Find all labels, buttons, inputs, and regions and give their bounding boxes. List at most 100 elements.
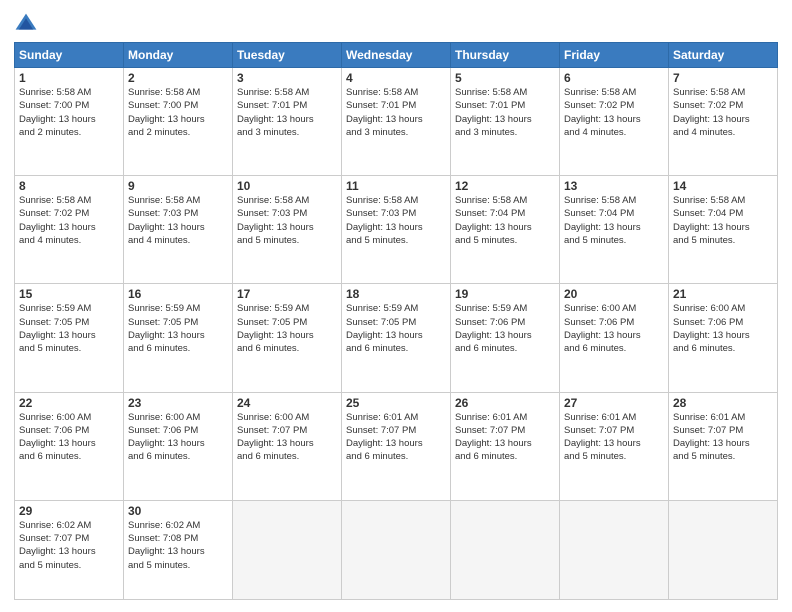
day-number: 10 xyxy=(237,179,337,193)
day-detail: Sunrise: 5:58 AM Sunset: 7:03 PM Dayligh… xyxy=(346,194,446,247)
header xyxy=(14,12,778,36)
calendar-table: SundayMondayTuesdayWednesdayThursdayFrid… xyxy=(14,42,778,600)
day-number: 21 xyxy=(673,287,773,301)
day-detail: Sunrise: 6:02 AM Sunset: 7:07 PM Dayligh… xyxy=(19,519,119,572)
day-detail: Sunrise: 6:00 AM Sunset: 7:06 PM Dayligh… xyxy=(19,411,119,464)
week-row-3: 15Sunrise: 5:59 AM Sunset: 7:05 PM Dayli… xyxy=(15,284,778,392)
day-detail: Sunrise: 6:02 AM Sunset: 7:08 PM Dayligh… xyxy=(128,519,228,572)
day-cell: 18Sunrise: 5:59 AM Sunset: 7:05 PM Dayli… xyxy=(342,284,451,392)
day-number: 7 xyxy=(673,71,773,85)
day-detail: Sunrise: 5:58 AM Sunset: 7:02 PM Dayligh… xyxy=(19,194,119,247)
day-cell: 1Sunrise: 5:58 AM Sunset: 7:00 PM Daylig… xyxy=(15,68,124,176)
day-cell: 8Sunrise: 5:58 AM Sunset: 7:02 PM Daylig… xyxy=(15,176,124,284)
day-cell: 27Sunrise: 6:01 AM Sunset: 7:07 PM Dayli… xyxy=(560,392,669,500)
page: SundayMondayTuesdayWednesdayThursdayFrid… xyxy=(0,0,792,612)
day-detail: Sunrise: 6:00 AM Sunset: 7:06 PM Dayligh… xyxy=(128,411,228,464)
day-cell xyxy=(560,500,669,599)
col-header-monday: Monday xyxy=(124,43,233,68)
day-number: 22 xyxy=(19,396,119,410)
day-cell: 17Sunrise: 5:59 AM Sunset: 7:05 PM Dayli… xyxy=(233,284,342,392)
day-number: 26 xyxy=(455,396,555,410)
day-detail: Sunrise: 5:59 AM Sunset: 7:05 PM Dayligh… xyxy=(346,302,446,355)
day-cell: 11Sunrise: 5:58 AM Sunset: 7:03 PM Dayli… xyxy=(342,176,451,284)
day-detail: Sunrise: 5:58 AM Sunset: 7:01 PM Dayligh… xyxy=(455,86,555,139)
day-cell: 2Sunrise: 5:58 AM Sunset: 7:00 PM Daylig… xyxy=(124,68,233,176)
day-number: 20 xyxy=(564,287,664,301)
day-detail: Sunrise: 5:58 AM Sunset: 7:01 PM Dayligh… xyxy=(346,86,446,139)
week-row-5: 29Sunrise: 6:02 AM Sunset: 7:07 PM Dayli… xyxy=(15,500,778,599)
day-number: 27 xyxy=(564,396,664,410)
day-detail: Sunrise: 5:58 AM Sunset: 7:00 PM Dayligh… xyxy=(128,86,228,139)
day-detail: Sunrise: 5:59 AM Sunset: 7:05 PM Dayligh… xyxy=(237,302,337,355)
day-number: 15 xyxy=(19,287,119,301)
day-detail: Sunrise: 5:58 AM Sunset: 7:02 PM Dayligh… xyxy=(673,86,773,139)
day-number: 25 xyxy=(346,396,446,410)
day-cell: 21Sunrise: 6:00 AM Sunset: 7:06 PM Dayli… xyxy=(669,284,778,392)
day-cell: 24Sunrise: 6:00 AM Sunset: 7:07 PM Dayli… xyxy=(233,392,342,500)
day-cell: 20Sunrise: 6:00 AM Sunset: 7:06 PM Dayli… xyxy=(560,284,669,392)
day-detail: Sunrise: 5:58 AM Sunset: 7:03 PM Dayligh… xyxy=(237,194,337,247)
col-header-wednesday: Wednesday xyxy=(342,43,451,68)
col-header-sunday: Sunday xyxy=(15,43,124,68)
day-detail: Sunrise: 5:58 AM Sunset: 7:04 PM Dayligh… xyxy=(673,194,773,247)
day-number: 4 xyxy=(346,71,446,85)
day-detail: Sunrise: 5:59 AM Sunset: 7:05 PM Dayligh… xyxy=(19,302,119,355)
day-number: 1 xyxy=(19,71,119,85)
day-cell: 19Sunrise: 5:59 AM Sunset: 7:06 PM Dayli… xyxy=(451,284,560,392)
day-number: 5 xyxy=(455,71,555,85)
day-cell: 9Sunrise: 5:58 AM Sunset: 7:03 PM Daylig… xyxy=(124,176,233,284)
day-cell: 7Sunrise: 5:58 AM Sunset: 7:02 PM Daylig… xyxy=(669,68,778,176)
day-detail: Sunrise: 6:00 AM Sunset: 7:06 PM Dayligh… xyxy=(673,302,773,355)
logo-icon xyxy=(14,12,38,36)
col-header-friday: Friday xyxy=(560,43,669,68)
day-number: 29 xyxy=(19,504,119,518)
day-number: 23 xyxy=(128,396,228,410)
day-cell xyxy=(342,500,451,599)
day-detail: Sunrise: 6:01 AM Sunset: 7:07 PM Dayligh… xyxy=(564,411,664,464)
day-cell: 28Sunrise: 6:01 AM Sunset: 7:07 PM Dayli… xyxy=(669,392,778,500)
day-cell: 4Sunrise: 5:58 AM Sunset: 7:01 PM Daylig… xyxy=(342,68,451,176)
col-header-thursday: Thursday xyxy=(451,43,560,68)
day-cell: 14Sunrise: 5:58 AM Sunset: 7:04 PM Dayli… xyxy=(669,176,778,284)
logo xyxy=(14,12,42,36)
day-cell xyxy=(233,500,342,599)
week-row-1: 1Sunrise: 5:58 AM Sunset: 7:00 PM Daylig… xyxy=(15,68,778,176)
day-number: 24 xyxy=(237,396,337,410)
day-cell xyxy=(451,500,560,599)
col-header-tuesday: Tuesday xyxy=(233,43,342,68)
day-detail: Sunrise: 5:58 AM Sunset: 7:00 PM Dayligh… xyxy=(19,86,119,139)
day-detail: Sunrise: 5:58 AM Sunset: 7:01 PM Dayligh… xyxy=(237,86,337,139)
day-cell: 12Sunrise: 5:58 AM Sunset: 7:04 PM Dayli… xyxy=(451,176,560,284)
day-cell: 25Sunrise: 6:01 AM Sunset: 7:07 PM Dayli… xyxy=(342,392,451,500)
day-detail: Sunrise: 5:59 AM Sunset: 7:06 PM Dayligh… xyxy=(455,302,555,355)
day-number: 8 xyxy=(19,179,119,193)
day-number: 9 xyxy=(128,179,228,193)
day-detail: Sunrise: 6:01 AM Sunset: 7:07 PM Dayligh… xyxy=(346,411,446,464)
day-number: 11 xyxy=(346,179,446,193)
day-cell: 10Sunrise: 5:58 AM Sunset: 7:03 PM Dayli… xyxy=(233,176,342,284)
day-number: 2 xyxy=(128,71,228,85)
day-cell: 6Sunrise: 5:58 AM Sunset: 7:02 PM Daylig… xyxy=(560,68,669,176)
day-cell: 13Sunrise: 5:58 AM Sunset: 7:04 PM Dayli… xyxy=(560,176,669,284)
day-cell: 26Sunrise: 6:01 AM Sunset: 7:07 PM Dayli… xyxy=(451,392,560,500)
day-cell: 23Sunrise: 6:00 AM Sunset: 7:06 PM Dayli… xyxy=(124,392,233,500)
day-cell: 29Sunrise: 6:02 AM Sunset: 7:07 PM Dayli… xyxy=(15,500,124,599)
day-detail: Sunrise: 5:58 AM Sunset: 7:03 PM Dayligh… xyxy=(128,194,228,247)
day-cell: 5Sunrise: 5:58 AM Sunset: 7:01 PM Daylig… xyxy=(451,68,560,176)
day-number: 30 xyxy=(128,504,228,518)
day-detail: Sunrise: 5:59 AM Sunset: 7:05 PM Dayligh… xyxy=(128,302,228,355)
day-cell: 22Sunrise: 6:00 AM Sunset: 7:06 PM Dayli… xyxy=(15,392,124,500)
day-detail: Sunrise: 5:58 AM Sunset: 7:04 PM Dayligh… xyxy=(455,194,555,247)
day-cell: 16Sunrise: 5:59 AM Sunset: 7:05 PM Dayli… xyxy=(124,284,233,392)
day-cell: 3Sunrise: 5:58 AM Sunset: 7:01 PM Daylig… xyxy=(233,68,342,176)
day-detail: Sunrise: 6:00 AM Sunset: 7:07 PM Dayligh… xyxy=(237,411,337,464)
day-number: 19 xyxy=(455,287,555,301)
day-detail: Sunrise: 6:00 AM Sunset: 7:06 PM Dayligh… xyxy=(564,302,664,355)
day-detail: Sunrise: 6:01 AM Sunset: 7:07 PM Dayligh… xyxy=(455,411,555,464)
day-number: 13 xyxy=(564,179,664,193)
day-number: 18 xyxy=(346,287,446,301)
day-number: 12 xyxy=(455,179,555,193)
day-detail: Sunrise: 5:58 AM Sunset: 7:04 PM Dayligh… xyxy=(564,194,664,247)
day-cell: 30Sunrise: 6:02 AM Sunset: 7:08 PM Dayli… xyxy=(124,500,233,599)
day-cell: 15Sunrise: 5:59 AM Sunset: 7:05 PM Dayli… xyxy=(15,284,124,392)
